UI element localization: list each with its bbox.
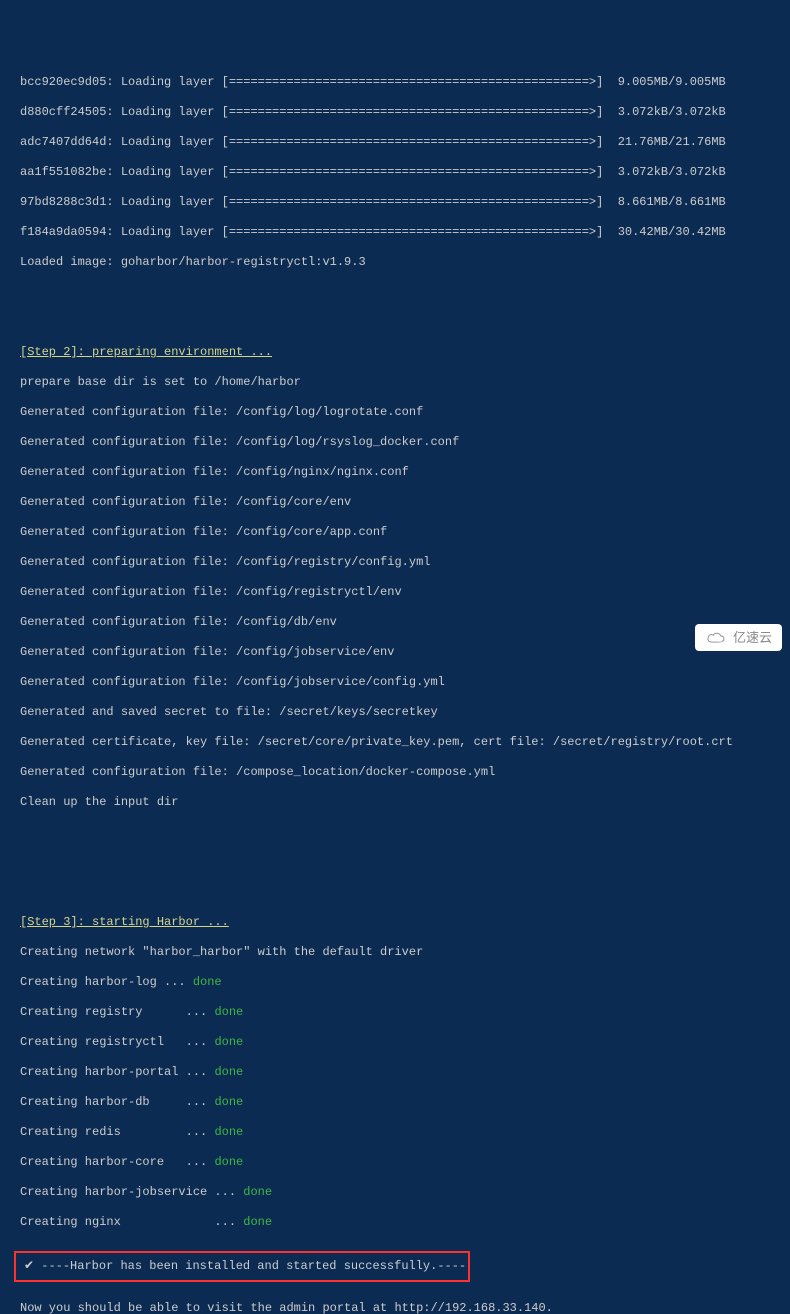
loading-layer-line: 97bd8288c3d1: Loading layer [===========…	[20, 195, 790, 210]
generated-line: Generated configuration file: /compose_l…	[20, 765, 790, 780]
generated-line: Generated configuration file: /config/re…	[20, 555, 790, 570]
creating-service-line: Creating registryctl ... done	[20, 1035, 790, 1050]
generated-line: Generated configuration file: /config/lo…	[20, 435, 790, 450]
generated-line: Generated configuration file: /config/co…	[20, 525, 790, 540]
success-highlight-box: ✔ ----Harbor has been installed and star…	[14, 1251, 470, 1282]
loading-layer-line: d880cff24505: Loading layer [===========…	[20, 105, 790, 120]
generated-line: Generated configuration file: /config/lo…	[20, 405, 790, 420]
generated-line: Generated configuration file: /config/jo…	[20, 675, 790, 690]
loading-layer-line: f184a9da0594: Loading layer [===========…	[20, 225, 790, 240]
generated-line: Generated certificate, key file: /secret…	[20, 735, 790, 750]
creating-service-line: Creating harbor-jobservice ... done	[20, 1185, 790, 1200]
watermark-badge: 亿速云	[695, 624, 782, 651]
creating-network: Creating network "harbor_harbor" with th…	[20, 945, 790, 960]
terminal-output: bcc920ec9d05: Loading layer [===========…	[20, 60, 790, 1314]
generated-line: Generated and saved secret to file: /sec…	[20, 705, 790, 720]
loaded-image-line: Loaded image: goharbor/harbor-registryct…	[20, 255, 790, 270]
generated-line: Generated configuration file: /config/co…	[20, 495, 790, 510]
cloud-icon	[705, 631, 727, 645]
generated-line: Generated configuration file: /config/re…	[20, 585, 790, 600]
prepare-base-dir: prepare base dir is set to /home/harbor	[20, 375, 790, 390]
creating-service-line: Creating harbor-db ... done	[20, 1095, 790, 1110]
generated-line: Generated configuration file: /config/db…	[20, 615, 790, 630]
admin-portal-hint: Now you should be able to visit the admi…	[20, 1301, 790, 1314]
step3-title: [Step 3]: starting Harbor ...	[20, 915, 790, 930]
step2-title: [Step 2]: preparing environment ...	[20, 345, 790, 360]
creating-service-line: Creating harbor-core ... done	[20, 1155, 790, 1170]
creating-service-line: Creating redis ... done	[20, 1125, 790, 1140]
creating-service-line: Creating harbor-log ... done	[20, 975, 790, 990]
watermark-text: 亿速云	[733, 630, 772, 645]
generated-line: Clean up the input dir	[20, 795, 790, 810]
generated-line: Generated configuration file: /config/ng…	[20, 465, 790, 480]
creating-service-line: Creating nginx ... done	[20, 1215, 790, 1230]
loading-layer-line: adc7407dd64d: Loading layer [===========…	[20, 135, 790, 150]
success-message: ✔ ----Harbor has been installed and star…	[24, 1259, 466, 1273]
creating-service-line: Creating harbor-portal ... done	[20, 1065, 790, 1080]
creating-service-line: Creating registry ... done	[20, 1005, 790, 1020]
loading-layer-line: aa1f551082be: Loading layer [===========…	[20, 165, 790, 180]
generated-line: Generated configuration file: /config/jo…	[20, 645, 790, 660]
loading-layer-line: bcc920ec9d05: Loading layer [===========…	[20, 75, 790, 90]
